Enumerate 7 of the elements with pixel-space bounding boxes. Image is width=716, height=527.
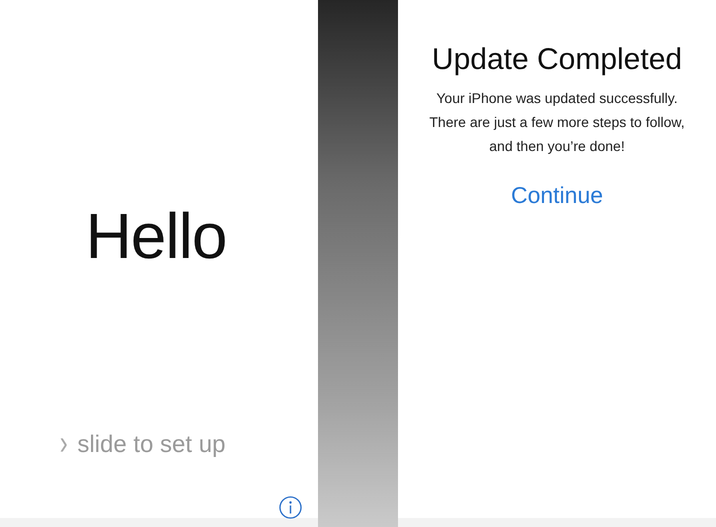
hello-title: Hello [84, 199, 228, 274]
update-message: Your iPhone was updated successfully. There are just a few more steps to follow, and then you’re done! [428, 89, 686, 156]
slide-hint[interactable]: slide to set up [77, 430, 226, 460]
chevron-icon: › [60, 426, 68, 460]
update-title: Update Completed [432, 42, 682, 78]
info-icon[interactable] [279, 496, 302, 519]
continue-button[interactable]: Continue [506, 180, 608, 211]
